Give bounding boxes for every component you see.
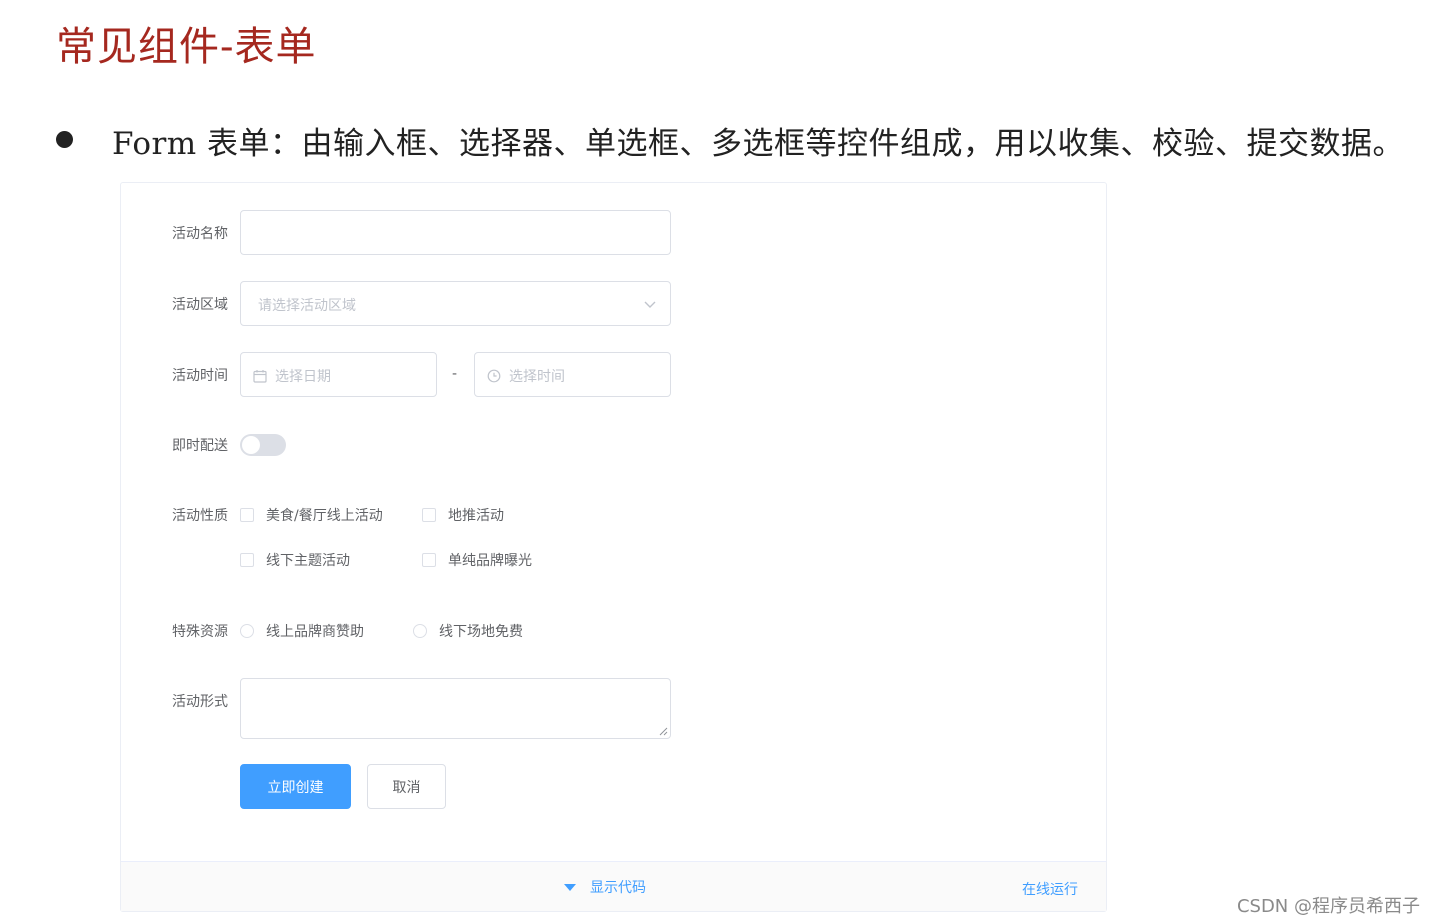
bullet-text: Form 表单：由输入框、选择器、单选框、多选框等控件组成，用以收集、校验、提交… (112, 126, 1405, 162)
checkbox-box[interactable] (422, 553, 436, 567)
checkbox-label: 线下主题活动 (266, 553, 350, 569)
label-activity-type: 活动性质 (172, 508, 228, 524)
checkbox-label: 单纯品牌曝光 (448, 553, 532, 569)
checkbox-box[interactable] (240, 553, 254, 567)
checkbox-box[interactable] (422, 508, 436, 522)
create-button[interactable]: 立即创建 (240, 764, 351, 809)
time-picker-input[interactable]: 选择时间 (474, 352, 671, 397)
radio-label: 线上品牌商赞助 (266, 624, 364, 640)
caret-down-icon (564, 883, 576, 891)
activity-name-input[interactable] (240, 210, 671, 255)
radio-circle[interactable] (413, 624, 427, 638)
run-online-link[interactable]: 在线运行 (1022, 879, 1078, 899)
demo-card: 活动名称 活动区域 请选择活动区域 活动时间 选择日期 - 选择时间 即时配送 … (120, 182, 1107, 912)
checkbox-food-online[interactable]: 美食/餐厅线上活动 (240, 505, 383, 525)
resize-grip-icon[interactable] (659, 727, 668, 736)
show-code-label: 显示代码 (590, 880, 646, 896)
region-placeholder: 请选择活动区域 (258, 298, 356, 314)
clock-icon (487, 369, 501, 383)
radio-label: 线下场地免费 (439, 624, 523, 640)
slide-title: 常见组件-表单 (56, 24, 317, 70)
radio-free-venue[interactable]: 线下场地免费 (413, 621, 523, 641)
label-activity-time: 活动时间 (172, 368, 228, 384)
show-code-toggle[interactable]: 显示代码 (564, 877, 646, 897)
cancel-button[interactable]: 取消 (367, 764, 446, 809)
label-activity-form: 活动形式 (172, 694, 228, 710)
demo-footer: 显示代码 在线运行 (121, 861, 1106, 911)
checkbox-label: 美食/餐厅线上活动 (266, 508, 383, 524)
bullet-dot-icon (56, 131, 73, 148)
label-activity-name: 活动名称 (172, 226, 228, 242)
time-placeholder: 选择时间 (509, 369, 565, 385)
label-special-resource: 特殊资源 (172, 624, 228, 640)
checkbox-offline-theme[interactable]: 线下主题活动 (240, 550, 350, 570)
checkbox-brand-exposure[interactable]: 单纯品牌曝光 (422, 550, 532, 570)
checkbox-label: 地推活动 (448, 508, 504, 524)
activity-form-textarea[interactable] (240, 678, 671, 739)
watermark: CSDN @程序员希西子 (1236, 896, 1420, 917)
date-picker-input[interactable]: 选择日期 (240, 352, 437, 397)
time-separator: - (452, 366, 458, 382)
checkbox-box[interactable] (240, 508, 254, 522)
date-placeholder: 选择日期 (275, 369, 331, 385)
radio-brand-sponsor[interactable]: 线上品牌商赞助 (240, 621, 364, 641)
label-instant-delivery: 即时配送 (172, 438, 228, 454)
chevron-down-icon (644, 301, 656, 308)
instant-delivery-switch[interactable] (240, 434, 286, 456)
activity-region-select[interactable]: 请选择活动区域 (240, 281, 671, 326)
radio-circle[interactable] (240, 624, 254, 638)
label-activity-region: 活动区域 (172, 297, 228, 313)
checkbox-ground-promotion[interactable]: 地推活动 (422, 505, 504, 525)
switch-knob (242, 436, 260, 454)
calendar-icon (253, 370, 267, 383)
